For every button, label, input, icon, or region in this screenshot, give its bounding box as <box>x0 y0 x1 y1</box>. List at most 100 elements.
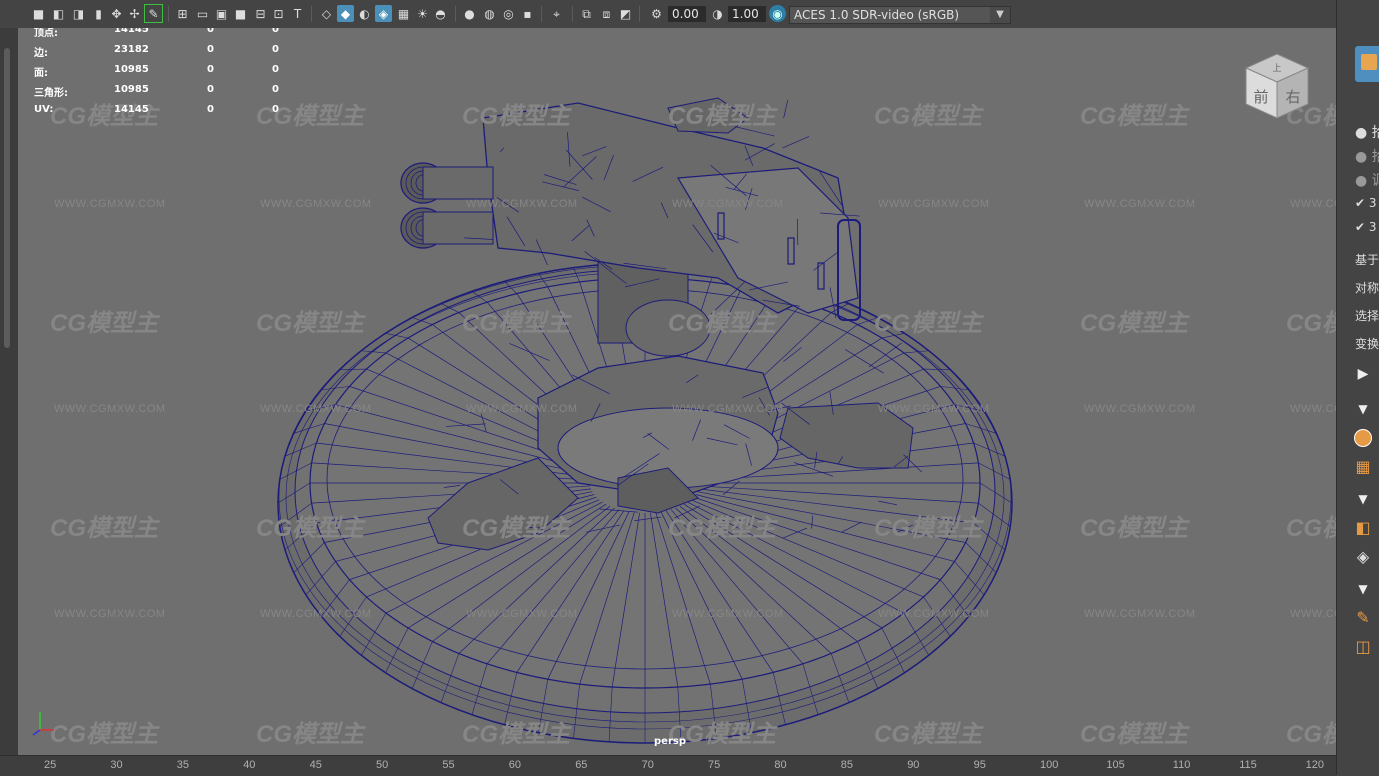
wireframe-on-shaded-icon[interactable]: ◈ <box>375 5 392 22</box>
track-icon[interactable]: ✢ <box>126 5 143 22</box>
watermark-logo: CG模型主 <box>50 508 158 543</box>
radio-button[interactable]: ● 拾 <box>1355 122 1379 142</box>
shadows-icon[interactable]: ◓ <box>432 5 449 22</box>
time-tick-label: 25 <box>44 759 56 771</box>
time-tick-label: 70 <box>642 759 654 771</box>
hud-label: 三角形: <box>34 84 68 99</box>
grid-faces-icon[interactable]: ▦ <box>1351 454 1375 478</box>
viewcube-icon[interactable]: 上 前 右 <box>1242 50 1312 122</box>
grid-icon[interactable]: ⊞ <box>174 5 191 22</box>
grease-pencil-icon[interactable]: ✎ <box>145 5 162 22</box>
camera-label: persp <box>654 736 686 747</box>
xray-icon[interactable]: ⧉ <box>578 5 595 22</box>
watermark-url: WWW.CGMXW.COM <box>54 403 166 415</box>
gamma-field[interactable]: 1.00 <box>728 6 766 22</box>
watermark-logo: CG模型主 <box>256 508 364 543</box>
chevron-down-icon[interactable]: ▼ <box>990 7 1010 23</box>
cube-icon <box>1361 54 1377 70</box>
watermark-url: WWW.CGMXW.COM <box>672 198 784 210</box>
watermark-url: WWW.CGMXW.COM <box>54 198 166 210</box>
safe-action-icon[interactable]: ⊡ <box>270 5 287 22</box>
panel-label: 基于 <box>1355 251 1379 268</box>
3d-viewport[interactable]: CG模型主 CG模型主 CG模型主 CG模型主 CG模型主 CG模型主 CG模型主 CG模型主… <box>18 28 1336 755</box>
modeling-toolkit-tab[interactable] <box>1355 46 1379 82</box>
hud-value: 0 <box>272 64 279 75</box>
wireframe-icon[interactable]: ◇ <box>318 5 335 22</box>
hud-value: 0 <box>272 84 279 95</box>
camera-icon[interactable]: ■ <box>30 5 47 22</box>
radio-button[interactable]: ● 调 <box>1355 170 1379 190</box>
hud-label: 顶点: <box>34 28 58 39</box>
film-gate-toggle-icon[interactable]: ▭ <box>194 5 211 22</box>
color-management-icon[interactable]: ◉ <box>769 5 786 22</box>
default-material-icon[interactable]: ◐ <box>356 5 373 22</box>
2d-pan-icon[interactable]: ✥ <box>108 5 125 22</box>
watermark-logo: CG模型主 <box>256 714 364 749</box>
expand-arrow-icon[interactable]: ▶ <box>1351 362 1375 386</box>
time-tick-label: 95 <box>974 759 986 771</box>
exposure-field[interactable]: 0.00 <box>668 6 706 22</box>
panel-label: 选择 <box>1355 307 1379 324</box>
watermark-url: WWW.CGMXW.COM <box>260 403 372 415</box>
watermark-url: WWW.CGMXW.COM <box>1290 403 1336 415</box>
time-tick-label: 90 <box>907 759 919 771</box>
watermark-logo: CG模型主 <box>1080 303 1188 338</box>
hud-label: 边: <box>34 44 48 59</box>
isolate-select-icon[interactable]: ⌖ <box>548 5 565 22</box>
left-scrollbar[interactable] <box>0 28 18 755</box>
collapse-arrow-icon[interactable]: ▼ <box>1351 577 1375 601</box>
gamma-icon[interactable]: ◑ <box>709 5 726 22</box>
viewcube[interactable]: 上 前 右 <box>1242 50 1312 122</box>
bookmark-camera-icon[interactable]: ◧ <box>50 5 67 22</box>
film-gate-icon[interactable]: ▮ <box>90 5 107 22</box>
collapse-arrow-icon[interactable]: ▼ <box>1351 487 1375 511</box>
checkbox[interactable]: ✔ 3 <box>1355 220 1377 234</box>
watermark-logo: CG模型主 <box>462 303 570 338</box>
watermark-url: WWW.CGMXW.COM <box>1084 608 1196 620</box>
watermark-url: WWW.CGMXW.COM <box>672 608 784 620</box>
hud-value: 0 <box>207 104 214 115</box>
time-tick-label: 75 <box>708 759 720 771</box>
multi-cut-icon[interactable]: ✎ <box>1351 605 1375 629</box>
panel-label: 变换 <box>1355 335 1379 352</box>
watermark-logo: CG模型主 <box>1286 508 1336 543</box>
image-plane-icon[interactable]: ◨ <box>70 5 87 22</box>
extrude-icon[interactable]: ◧ <box>1351 515 1375 539</box>
right-tool-panel: ● 拾 ● 拾 ● 调 ✔ 3 ✔ 3 基于 对称 选择 变换 ▶ ▼ ▦ ▼ … <box>1336 0 1379 775</box>
hud-value: 0 <box>207 64 214 75</box>
depth-of-field-icon[interactable]: ▪ <box>519 5 536 22</box>
checkbox[interactable]: ✔ 3 <box>1355 196 1377 210</box>
time-ruler[interactable]: 2530354045505560657075808590951001051101… <box>0 755 1336 776</box>
box-icon[interactable]: ◫ <box>1351 634 1375 658</box>
anti-aliasing-icon[interactable]: ◎ <box>500 5 517 22</box>
use-lights-icon[interactable]: ☀ <box>414 5 431 22</box>
viewcube-top-label: 上 <box>1272 63 1281 74</box>
xray-joints-icon[interactable]: ⧈ <box>598 5 615 22</box>
watermark-logo: CG模型主 <box>462 508 570 543</box>
time-tick-label: 40 <box>243 759 255 771</box>
safe-title-icon[interactable]: T <box>289 5 306 22</box>
field-chart-icon[interactable]: ⊟ <box>252 5 269 22</box>
watermark-logo: CG模型主 <box>50 714 158 749</box>
bridge-icon[interactable]: ◈ <box>1351 544 1375 568</box>
collapse-arrow-icon[interactable]: ▼ <box>1351 397 1375 421</box>
watermark-logo: CG模型主 <box>1080 508 1188 543</box>
color-management-dropdown[interactable]: ACES 1.0 SDR-video (sRGB) ▼ <box>789 6 1011 24</box>
sphere-icon[interactable] <box>1351 426 1375 450</box>
textured-icon[interactable]: ▦ <box>395 5 412 22</box>
motion-blur-icon[interactable]: ◍ <box>481 5 498 22</box>
smooth-shade-icon[interactable]: ◆ <box>337 5 354 22</box>
radio-button[interactable]: ● 拾 <box>1355 146 1379 166</box>
watermark-logo: CG模型主 <box>1286 714 1336 749</box>
hud-value: 0 <box>207 28 214 35</box>
exposure-icon[interactable]: ⚙ <box>648 5 665 22</box>
scroll-thumb[interactable] <box>4 48 10 348</box>
screen-space-ao-icon[interactable]: ● <box>461 5 478 22</box>
gate-mask-icon[interactable]: ■ <box>232 5 249 22</box>
time-tick-label: 55 <box>442 759 454 771</box>
watermark-logo: CG模型主 <box>462 714 570 749</box>
watermark-url: WWW.CGMXW.COM <box>878 198 990 210</box>
backface-icon[interactable]: ◩ <box>617 5 634 22</box>
resolution-gate-icon[interactable]: ▣ <box>213 5 230 22</box>
viewcube-front-label: 前 <box>1253 88 1268 106</box>
